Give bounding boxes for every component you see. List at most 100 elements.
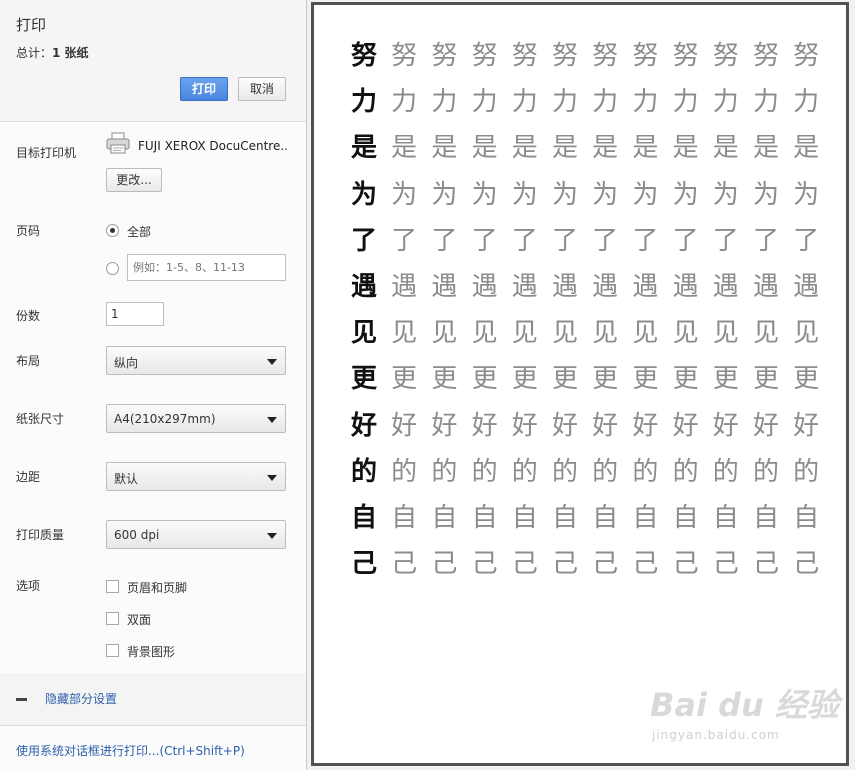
preview-trace-char: 的 <box>712 456 739 487</box>
preview-trace-char: 遇 <box>471 272 498 302</box>
collapse-icon <box>16 698 27 701</box>
preview-char: 自 <box>350 503 377 533</box>
pages-custom-input[interactable] <box>127 254 286 281</box>
preview-trace-char: 更 <box>391 364 418 395</box>
paper-size-select[interactable]: A4(210x297mm) <box>106 404 286 433</box>
preview-char: 的 <box>350 456 377 487</box>
preview-trace-char: 自 <box>431 503 458 533</box>
pages-custom-radio[interactable] <box>106 262 119 275</box>
preview-char: 了 <box>350 225 377 256</box>
preview-trace-char: 为 <box>752 179 779 210</box>
summary-value: 1 张纸 <box>52 46 89 60</box>
preview-trace-char: 努 <box>752 41 779 71</box>
preview-trace-char: 是 <box>431 133 458 164</box>
margins-select[interactable]: 默认 <box>106 462 286 491</box>
preview-trace-char: 努 <box>712 41 739 71</box>
preview-trace-char: 为 <box>712 179 739 210</box>
preview-trace-char: 为 <box>511 179 538 210</box>
preview-trace-char: 是 <box>592 133 619 164</box>
preview-trace-char: 了 <box>793 225 820 256</box>
preview-trace-char: 的 <box>592 456 619 487</box>
preview-trace-char: 好 <box>431 410 458 441</box>
preview-trace-char: 力 <box>551 87 578 118</box>
preview-trace-char: 了 <box>672 225 699 256</box>
paper-size-value: A4(210x297mm) <box>114 412 216 426</box>
preview-trace-char: 见 <box>632 318 659 349</box>
duplex-checkbox[interactable] <box>106 612 119 625</box>
preview-trace-char: 的 <box>471 456 498 487</box>
header-footer-checkbox[interactable] <box>106 580 119 593</box>
pages-all-radio[interactable] <box>106 224 119 237</box>
preview-trace-char: 遇 <box>511 272 538 302</box>
preview-trace-char: 遇 <box>592 272 619 302</box>
preview-trace-char: 自 <box>592 503 619 533</box>
preview-trace-char: 更 <box>752 364 779 395</box>
preview-trace-char: 力 <box>391 87 418 118</box>
preview-trace-char: 自 <box>752 503 779 533</box>
preview-trace-char: 好 <box>793 410 820 441</box>
background-graphics-checkbox[interactable] <box>106 644 119 657</box>
preview-trace-char: 力 <box>471 87 498 118</box>
preview-trace-char: 为 <box>672 179 699 210</box>
preview-trace-char: 己 <box>471 549 498 580</box>
preview-trace-char: 是 <box>471 133 498 164</box>
preview-trace-char: 更 <box>431 364 458 395</box>
preview-char: 遇 <box>350 272 377 302</box>
preview-trace-char: 是 <box>672 133 699 164</box>
divider <box>0 725 306 726</box>
change-printer-button[interactable]: 更改... <box>106 168 162 192</box>
layout-value: 纵向 <box>114 356 139 370</box>
preview-trace-char: 遇 <box>431 272 458 302</box>
options-label: 选项 <box>16 579 41 593</box>
preview-char: 己 <box>350 549 377 580</box>
hide-settings-link[interactable]: 隐藏部分设置 <box>45 690 117 707</box>
destination-label: 目标打印机 <box>16 146 77 160</box>
preview-trace-char: 为 <box>431 179 458 210</box>
preview-trace-char: 是 <box>511 133 538 164</box>
preview-page[interactable]: 努努努努努努努努努努努努力力力力力力力力力力力力是是是是是是是是是是是是为为为为… <box>311 2 849 766</box>
print-button[interactable]: 打印 <box>180 77 228 101</box>
preview-trace-char: 见 <box>551 318 578 349</box>
preview-trace-char: 的 <box>672 456 699 487</box>
quality-select[interactable]: 600 dpi <box>106 520 286 549</box>
background-graphics-label: 背景图形 <box>127 645 176 659</box>
preview-trace-char: 更 <box>471 364 498 395</box>
preview-trace-char: 努 <box>391 41 418 71</box>
preview-trace-char: 更 <box>592 364 619 395</box>
preview-trace-char: 好 <box>632 410 659 441</box>
preview-trace-char: 自 <box>551 503 578 533</box>
preview-trace-char: 己 <box>632 549 659 580</box>
chevron-down-icon <box>267 533 277 539</box>
preview-char: 更 <box>350 364 377 395</box>
duplex-label: 双面 <box>127 613 152 627</box>
preview-trace-char: 努 <box>511 41 538 71</box>
preview-trace-char: 好 <box>672 410 699 441</box>
preview-trace-char: 见 <box>793 318 820 349</box>
preview-trace-char: 努 <box>431 41 458 71</box>
preview-trace-char: 更 <box>551 364 578 395</box>
preview-trace-char: 力 <box>431 87 458 118</box>
preview-trace-char: 见 <box>511 318 538 349</box>
paper-size-label: 纸张尺寸 <box>16 412 65 426</box>
margins-value: 默认 <box>114 472 139 486</box>
preview-trace-char: 了 <box>712 225 739 256</box>
cancel-button[interactable]: 取消 <box>238 77 286 101</box>
preview-trace-char: 的 <box>551 456 578 487</box>
preview-trace-char: 努 <box>672 41 699 71</box>
quality-value: 600 dpi <box>114 528 160 542</box>
preview-trace-char: 己 <box>511 549 538 580</box>
preview-trace-char: 力 <box>752 87 779 118</box>
copies-label: 份数 <box>16 309 41 323</box>
preview-trace-char: 力 <box>592 87 619 118</box>
preview-trace-char: 见 <box>672 318 699 349</box>
preview-trace-char: 的 <box>793 456 820 487</box>
system-dialog-link[interactable]: 使用系统对话框进行打印...(Ctrl+Shift+P) <box>16 742 245 759</box>
preview-trace-char: 了 <box>592 225 619 256</box>
copies-input[interactable] <box>106 302 164 326</box>
layout-select[interactable]: 纵向 <box>106 346 286 375</box>
print-header: 打印 总计：1 张纸 打印 取消 <box>0 0 306 122</box>
preview-trace-char: 自 <box>672 503 699 533</box>
preview-trace-char: 见 <box>752 318 779 349</box>
preview-trace-char: 力 <box>632 87 659 118</box>
preview-trace-char: 是 <box>793 133 820 164</box>
